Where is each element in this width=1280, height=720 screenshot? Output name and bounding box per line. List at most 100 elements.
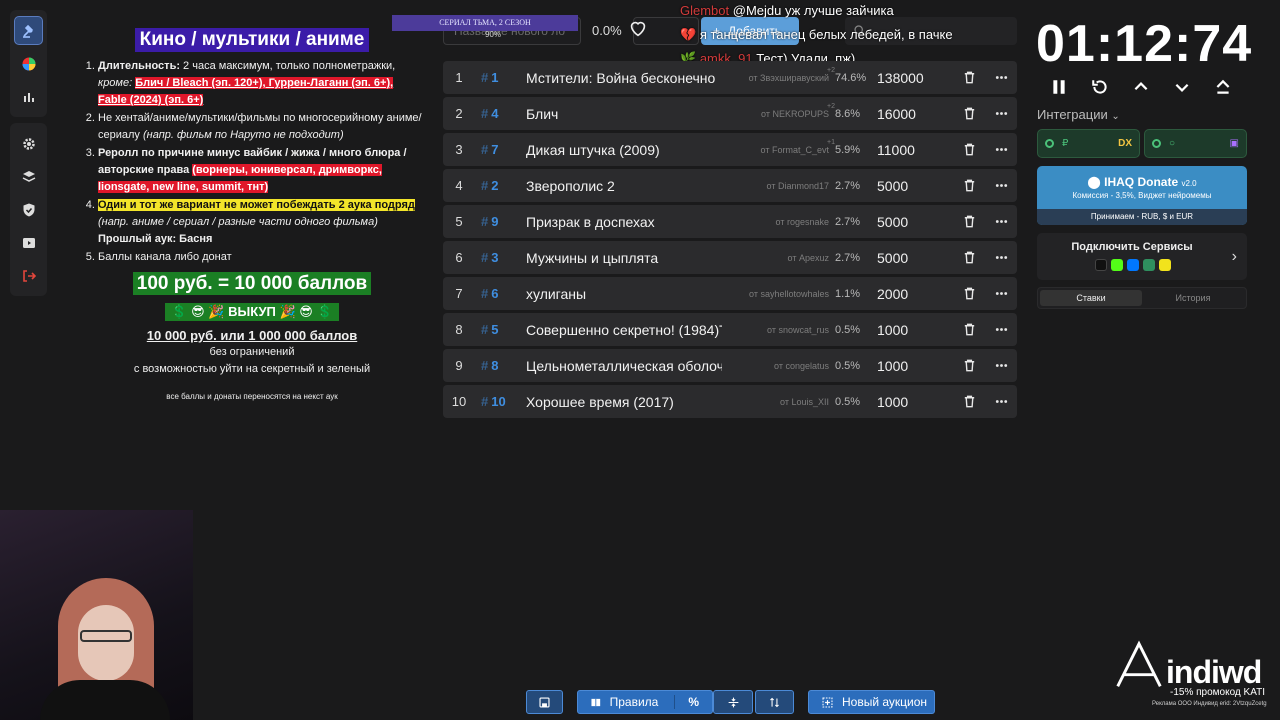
lot-amount[interactable]: 1000 [877, 394, 953, 410]
trash-icon [964, 71, 974, 84]
lot-table: 1 #1 Мстители: Война бесконечно от Звэхшира… [443, 61, 1017, 421]
save-button[interactable] [526, 690, 563, 714]
logout-button[interactable] [14, 261, 43, 290]
tab-bets[interactable]: Ставки [1040, 290, 1142, 306]
ring-icon: ○ [1169, 138, 1176, 149]
lot-name[interactable]: Совершенно секретно! (1984)Тор [526, 322, 722, 338]
lot-menu-button[interactable] [985, 142, 1017, 157]
delete-lot-button[interactable] [953, 286, 985, 301]
lot-percent: 0.5% [835, 395, 861, 408]
rule-item: Реролл по причине минус вайбик / жижа / … [98, 145, 422, 196]
lot-menu-button[interactable] [985, 394, 1017, 409]
lot-row[interactable]: 4 #2 Зверополис 2 от Dianmond17 2.7% 5000 [443, 169, 1017, 202]
lot-row[interactable]: 9 #8 Цельнометаллическая оболочка)) от cong… [443, 349, 1017, 382]
tab-history[interactable]: История [1142, 290, 1244, 306]
lot-amount[interactable]: 2000 [877, 286, 953, 302]
rule-item: Не хентай/аниме/мультики/фильмы по много… [98, 110, 422, 144]
integration-card-twitch[interactable]: ○ ▣ [1144, 129, 1247, 158]
lot-id: #3 [481, 250, 499, 265]
lot-amount[interactable]: 16000 [877, 106, 953, 122]
lot-amount[interactable]: 5000 [877, 214, 953, 230]
rule-italic: (напр. аниме / сериал / разные части одн… [98, 216, 378, 228]
rule-italic: кроме: [98, 77, 133, 89]
lot-name[interactable]: Хорошее время (2017) [526, 394, 722, 410]
lot-menu-button[interactable] [985, 250, 1017, 265]
lot-name[interactable]: Зверополис 2 [526, 178, 722, 194]
service-icons [1095, 259, 1171, 271]
gavel-icon [22, 24, 33, 38]
delete-lot-button[interactable] [953, 358, 985, 373]
delete-lot-button[interactable] [953, 178, 985, 193]
lot-name[interactable]: Блич [526, 106, 722, 122]
delete-lot-button[interactable] [953, 70, 985, 85]
time-up-button[interactable] [1130, 76, 1152, 98]
lot-amount[interactable]: 5000 [877, 178, 953, 194]
layers-button[interactable] [14, 162, 43, 191]
pause-button[interactable] [1048, 76, 1070, 98]
lot-name[interactable]: Призрак в доспехах [526, 214, 722, 230]
lot-amount[interactable]: 5000 [877, 250, 953, 266]
lot-name[interactable]: Мужчины и цыплята [526, 250, 722, 266]
sort-button[interactable] [755, 690, 794, 714]
lot-row[interactable]: 3 #7 Дикая штучка (2009) от Format_C_evt +1 5… [443, 133, 1017, 166]
heart-icon[interactable] [627, 17, 649, 39]
integration-card-donation[interactable]: ₽ DX [1037, 129, 1140, 158]
lot-row[interactable]: 10 #10 Хорошее время (2017) от Louis_XII 0.5… [443, 385, 1017, 418]
settings-button[interactable] [14, 129, 43, 158]
lot-menu-button[interactable] [985, 358, 1017, 373]
percent-toggle[interactable]: % [674, 695, 712, 709]
integrations-dropdown[interactable]: Интеграции ⌄ [1037, 107, 1120, 122]
lot-menu-button[interactable] [985, 322, 1017, 337]
lot-position: 9 [455, 358, 463, 373]
video-button[interactable] [14, 228, 43, 257]
lot-row[interactable]: 1 #1 Мстители: Война бесконечно от Звэхшира… [443, 61, 1017, 94]
lot-amount[interactable]: 1000 [877, 322, 953, 338]
delete-lot-button[interactable] [953, 394, 985, 409]
lot-menu-button[interactable] [985, 178, 1017, 193]
split-icon [728, 697, 738, 707]
lot-amount[interactable]: 11000 [877, 142, 953, 158]
auction-button[interactable] [14, 16, 43, 45]
ihaq-donate-banner[interactable]: ⬤ IHAQ Donate v2.0 Комиссия - 3,5%, Видж… [1037, 166, 1247, 225]
split-button[interactable] [713, 690, 753, 714]
lot-menu-button[interactable] [985, 70, 1017, 85]
stats-button[interactable] [14, 82, 43, 111]
lot-menu-button[interactable] [985, 214, 1017, 229]
lot-amount[interactable]: 1000 [877, 358, 953, 374]
lot-id: #2 [481, 178, 499, 193]
auction-timer: 01:12:74 [1036, 15, 1253, 73]
delete-lot-button[interactable] [953, 322, 985, 337]
buyout-price: 10 000 руб. или 1 000 000 баллов [146, 328, 358, 343]
lot-row[interactable]: 2 #4 Блич от NEKROPUPS +2 8.6% 16000 [443, 97, 1017, 130]
lot-menu-button[interactable] [985, 106, 1017, 121]
security-button[interactable] [14, 195, 43, 224]
lot-author: от Dianmond17 [766, 180, 829, 191]
lot-name[interactable]: Дикая штучка (2009) [526, 142, 722, 158]
rule-highlight-yellow: Один и тот же вариант не может побеждать… [98, 199, 415, 211]
lot-row[interactable]: 6 #3 Мужчины и цыплята от Apexuz 2.7% 5000 [443, 241, 1017, 274]
wheel-button[interactable] [14, 49, 43, 78]
lot-name[interactable]: хулиганы [526, 286, 722, 302]
chat-message: Glembot @Mejdu уж лучше зайчика [680, 0, 894, 22]
new-auction-button[interactable]: Новый аукцион [808, 690, 935, 714]
lot-row[interactable]: 5 #9 Призрак в доспехах от rogesnake 2.7% 500… [443, 205, 1017, 238]
da-icon [1095, 259, 1107, 271]
reset-button[interactable] [1089, 76, 1111, 98]
rules-button[interactable]: Правила % [577, 690, 713, 714]
lot-name[interactable]: Цельнометаллическая оболочка)) [526, 358, 722, 374]
lot-percent: 0.5% [835, 323, 861, 336]
lot-name[interactable]: Мстители: Война бесконечно [526, 70, 722, 86]
lot-amount[interactable]: 138000 [877, 70, 953, 86]
delete-lot-button[interactable] [953, 214, 985, 229]
double-chevron-up-icon [1216, 79, 1230, 94]
lot-row[interactable]: 8 #5 Совершенно секретно! (1984)Тор от snow… [443, 313, 1017, 346]
time-down-button[interactable] [1171, 76, 1193, 98]
delete-lot-button[interactable] [953, 250, 985, 265]
lot-row[interactable]: 7 #6 хулиганы от sayhellotowhales 1.1% 2000 [443, 277, 1017, 310]
lot-menu-button[interactable] [985, 286, 1017, 301]
integrations-label: Интеграции [1037, 107, 1108, 122]
delete-lot-button[interactable] [953, 142, 985, 157]
connect-services-button[interactable]: Подключить Сервисы › [1037, 233, 1247, 280]
delete-lot-button[interactable] [953, 106, 985, 121]
time-max-button[interactable] [1212, 76, 1234, 98]
